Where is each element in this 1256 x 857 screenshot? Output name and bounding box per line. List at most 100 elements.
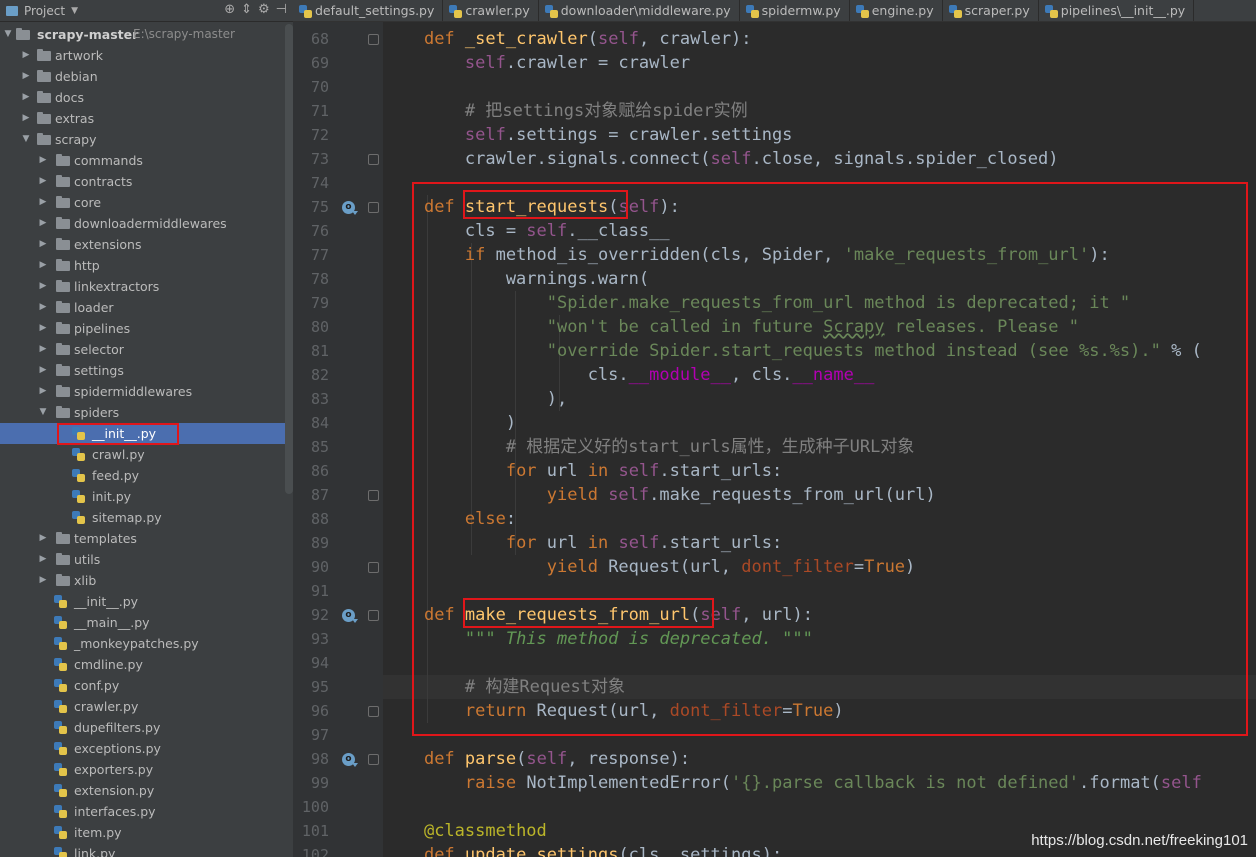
- tab-label: crawler.py: [465, 3, 530, 18]
- tree-file-item[interactable]: __init__.py: [0, 591, 285, 612]
- tree-file-item[interactable]: link.py: [0, 843, 285, 857]
- tree-item-label: templates: [74, 531, 137, 546]
- expand-arrow-icon[interactable]: ▶: [38, 570, 48, 591]
- code-token: "override Spider.start_requests method i…: [546, 341, 1161, 361]
- expand-arrow-icon[interactable]: ▶: [38, 234, 48, 255]
- collapse-arrow-icon[interactable]: ▼: [38, 402, 48, 423]
- tab-label: scraper.py: [964, 3, 1030, 18]
- override-method-icon[interactable]: o: [342, 609, 358, 623]
- tree-file-item[interactable]: interfaces.py: [0, 801, 285, 822]
- tree-file-item[interactable]: feed.py: [0, 465, 285, 486]
- fold-marker-icon[interactable]: [368, 490, 379, 501]
- tree-file-item[interactable]: __init__.py: [0, 423, 285, 444]
- fold-marker-icon[interactable]: [368, 706, 379, 717]
- tree-file-item[interactable]: exceptions.py: [0, 738, 285, 759]
- tree-folder-item[interactable]: ▶ settings: [0, 360, 285, 381]
- tree-file-item[interactable]: item.py: [0, 822, 285, 843]
- tree-file-item[interactable]: exporters.py: [0, 759, 285, 780]
- tree-file-item[interactable]: init.py: [0, 486, 285, 507]
- fold-marker-icon[interactable]: [368, 202, 379, 213]
- expand-arrow-icon[interactable]: ▶: [38, 360, 48, 381]
- expand-arrow-icon[interactable]: ▶: [38, 150, 48, 171]
- editor-tab[interactable]: pipelines\__init__.py: [1039, 0, 1195, 21]
- expand-arrow-icon[interactable]: ▶: [21, 108, 31, 129]
- expand-arrow-icon[interactable]: ▶: [21, 66, 31, 87]
- tree-file-item[interactable]: dupefilters.py: [0, 717, 285, 738]
- editor-tab[interactable]: default_settings.py: [293, 0, 444, 21]
- tree-folder-item[interactable]: ▶ downloadermiddlewares: [0, 213, 285, 234]
- sidebar-scrollbar[interactable]: [285, 24, 293, 494]
- expand-arrow-icon[interactable]: ▶: [21, 45, 31, 66]
- override-method-icon[interactable]: o: [342, 201, 358, 215]
- tree-folder-item[interactable]: ▼ spiders: [0, 402, 285, 423]
- tree-folder-item[interactable]: ▶ spidermiddlewares: [0, 381, 285, 402]
- editor-tab[interactable]: scraper.py: [943, 0, 1039, 21]
- collapse-arrow-icon[interactable]: ▼: [3, 24, 13, 45]
- expand-arrow-icon[interactable]: ▶: [38, 318, 48, 339]
- tree-file-item[interactable]: conf.py: [0, 675, 285, 696]
- fold-marker-icon[interactable]: [368, 562, 379, 573]
- override-method-icon[interactable]: o: [342, 753, 358, 767]
- expand-arrow-icon[interactable]: ▶: [21, 87, 31, 108]
- tree-file-item[interactable]: sitemap.py: [0, 507, 285, 528]
- tree-folder-item[interactable]: ▶ loader: [0, 297, 285, 318]
- fold-marker-icon[interactable]: [368, 34, 379, 45]
- expand-arrow-icon[interactable]: ▶: [38, 171, 48, 192]
- tree-file-item[interactable]: cmdline.py: [0, 654, 285, 675]
- tree-folder-item[interactable]: ▶ commands: [0, 150, 285, 171]
- project-dropdown-icon[interactable]: ▼: [71, 6, 78, 16]
- code-editor[interactable]: def _set_crawler(self, crawler): self.cr…: [383, 22, 1256, 857]
- locate-icon[interactable]: ⊕: [224, 2, 235, 17]
- expand-arrow-icon[interactable]: ▶: [38, 213, 48, 234]
- expand-arrow-icon[interactable]: ▶: [38, 192, 48, 213]
- tree-folder-item[interactable]: ▶ docs: [0, 87, 285, 108]
- editor-tab[interactable]: engine.py: [850, 0, 943, 21]
- project-panel-title[interactable]: Project: [24, 4, 65, 18]
- expand-arrow-icon[interactable]: ▶: [38, 276, 48, 297]
- tree-file-item[interactable]: extension.py: [0, 780, 285, 801]
- tree-folder-item[interactable]: ▶ http: [0, 255, 285, 276]
- tree-folder-item[interactable]: ▶ extras: [0, 108, 285, 129]
- tree-folder-item[interactable]: ▶ debian: [0, 66, 285, 87]
- tree-folder-item[interactable]: ▶ templates: [0, 528, 285, 549]
- tree-file-item[interactable]: _monkeypatches.py: [0, 633, 285, 654]
- tree-folder-item[interactable]: ▶ contracts: [0, 171, 285, 192]
- tree-folder-item[interactable]: ▶ linkextractors: [0, 276, 285, 297]
- expand-arrow-icon[interactable]: ▶: [38, 255, 48, 276]
- tree-file-item[interactable]: crawler.py: [0, 696, 285, 717]
- tree-folder-item[interactable]: ▶ pipelines: [0, 318, 285, 339]
- fold-marker-icon[interactable]: [368, 154, 379, 165]
- expand-arrow-icon[interactable]: ▶: [38, 339, 48, 360]
- fold-marker-icon[interactable]: [368, 754, 379, 765]
- tree-folder-item[interactable]: ▶ selector: [0, 339, 285, 360]
- expand-arrow-icon[interactable]: ▶: [38, 528, 48, 549]
- tree-file-item[interactable]: __main__.py: [0, 612, 285, 633]
- fold-marker-icon[interactable]: [368, 610, 379, 621]
- tree-folder-item[interactable]: ▶ extensions: [0, 234, 285, 255]
- collapse-arrow-icon[interactable]: ▼: [21, 129, 31, 150]
- tree-root[interactable]: ▼ scrapy-master E:\scrapy-master: [0, 24, 285, 45]
- tree-folder-item[interactable]: ▼ scrapy: [0, 129, 285, 150]
- line-number: 68: [310, 30, 329, 48]
- hide-panel-icon[interactable]: ⊣: [276, 2, 287, 17]
- tree-item-label: debian: [55, 69, 98, 84]
- expand-arrow-icon[interactable]: ▶: [38, 381, 48, 402]
- tree-file-item[interactable]: crawl.py: [0, 444, 285, 465]
- tree-folder-item[interactable]: ▶ utils: [0, 549, 285, 570]
- tree-folder-item[interactable]: ▶ artwork: [0, 45, 285, 66]
- code-line: # 根据定义好的start_urls属性，生成种子URL对象: [383, 435, 915, 459]
- editor-tab[interactable]: downloader\middleware.py: [539, 0, 740, 21]
- editor-tab[interactable]: crawler.py: [443, 0, 539, 21]
- tree-folder-item[interactable]: ▶ xlib: [0, 570, 285, 591]
- collapse-icon[interactable]: ⇕: [241, 2, 252, 17]
- tree-folder-item[interactable]: ▶ core: [0, 192, 285, 213]
- line-number: 75: [310, 198, 329, 216]
- editor-tab[interactable]: spidermw.py: [740, 0, 850, 21]
- expand-arrow-icon[interactable]: ▶: [38, 549, 48, 570]
- settings-gear-icon[interactable]: ⚙: [258, 2, 270, 17]
- expand-arrow-icon[interactable]: ▶: [38, 297, 48, 318]
- code-token: .settings = crawler.settings: [505, 125, 793, 145]
